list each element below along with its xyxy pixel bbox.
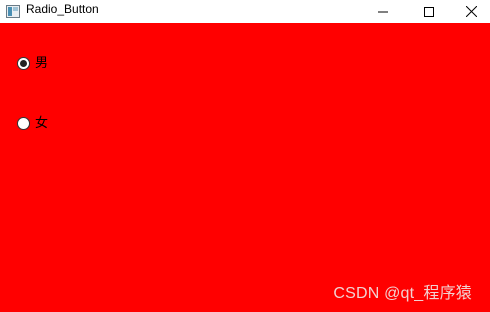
minimize-icon bbox=[378, 2, 388, 21]
radio-checked-dot bbox=[20, 60, 27, 67]
radio-female[interactable]: 女 bbox=[17, 116, 48, 131]
radio-male-label[interactable]: 男 bbox=[35, 56, 48, 71]
client-area: 男 女 CSDN @qt_程序猿 bbox=[0, 23, 490, 312]
close-button[interactable] bbox=[452, 0, 490, 23]
maximize-icon bbox=[424, 2, 434, 21]
window-title: Radio_Button bbox=[26, 2, 99, 16]
radio-male[interactable]: 男 bbox=[17, 56, 48, 71]
close-icon bbox=[465, 2, 477, 21]
radio-female-label[interactable]: 女 bbox=[35, 116, 48, 131]
radio-male-indicator[interactable] bbox=[17, 57, 30, 70]
app-icon bbox=[6, 3, 20, 18]
app-window: Radio_Button 男 女 CSDN @qt_程序猿 bbox=[0, 0, 490, 312]
watermark: CSDN @qt_程序猿 bbox=[333, 285, 472, 302]
title-bar[interactable]: Radio_Button bbox=[0, 0, 490, 23]
radio-female-indicator[interactable] bbox=[17, 117, 30, 130]
maximize-button[interactable] bbox=[406, 0, 452, 23]
minimize-button[interactable] bbox=[360, 0, 406, 23]
